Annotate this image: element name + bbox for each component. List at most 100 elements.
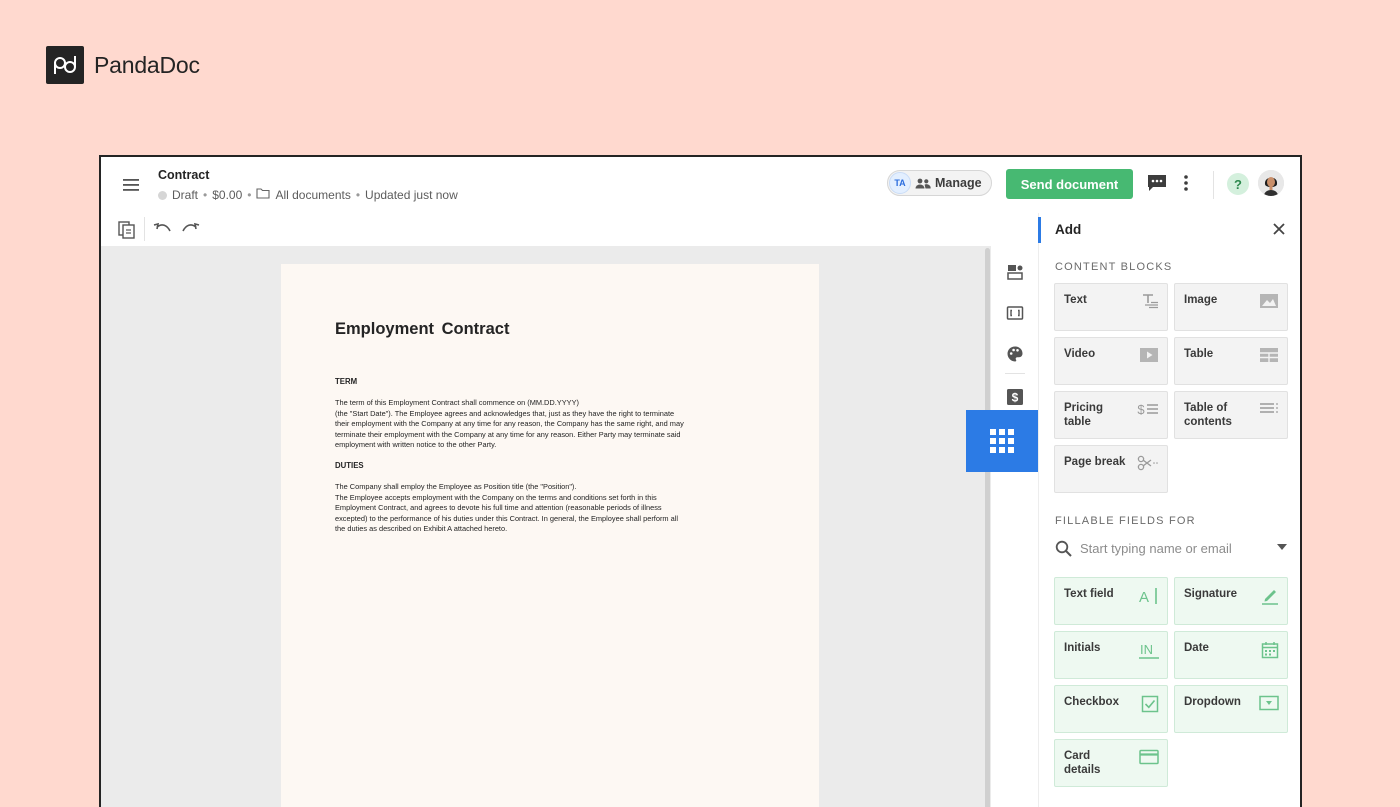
initials-icon: IN: [1139, 641, 1159, 664]
send-document-button[interactable]: Send document: [1006, 169, 1133, 199]
rail-divider: [1005, 373, 1025, 374]
field-label: Checkbox: [1064, 696, 1119, 708]
hamburger-menu-icon[interactable]: [121, 175, 141, 195]
toolbar-divider: [144, 217, 145, 241]
canvas-scrollbar[interactable]: [985, 248, 990, 807]
meta-separator: •: [247, 188, 252, 202]
block-label: Video: [1064, 348, 1096, 360]
calendar-icon: [1261, 641, 1279, 664]
field-label: Initials: [1064, 642, 1101, 654]
manage-button[interactable]: TA Manage: [887, 170, 992, 196]
section-heading-duties[interactable]: DUTIES: [335, 461, 364, 470]
svg-text:A: A: [1139, 589, 1149, 605]
credit-card-icon: [1139, 749, 1159, 770]
grid-apps-icon[interactable]: [966, 410, 1038, 472]
undo-icon[interactable]: [152, 222, 172, 241]
people-icon: [915, 178, 931, 188]
recipient-search[interactable]: Start typing name or email: [1055, 536, 1287, 560]
block-label: Image: [1184, 294, 1218, 306]
app-window: Contract Draft • $0.00 • All documents •…: [99, 155, 1302, 807]
block-label: Text: [1064, 294, 1087, 306]
block-table[interactable]: Table: [1174, 337, 1288, 385]
block-page-break[interactable]: Page break: [1054, 445, 1168, 493]
palette-icon[interactable]: [1006, 345, 1024, 363]
help-icon[interactable]: ?: [1227, 173, 1249, 195]
field-label: Card details: [1064, 750, 1101, 776]
toc-icon: [1259, 401, 1279, 422]
right-rail: $: [991, 213, 1038, 807]
comments-icon[interactable]: [1147, 174, 1167, 197]
status-dot-icon: [158, 190, 167, 200]
meta-separator: •: [203, 188, 208, 202]
pandadoc-logo-icon: [46, 46, 84, 84]
field-card-details[interactable]: Card details: [1054, 739, 1168, 787]
field-signature[interactable]: Signature: [1174, 577, 1288, 625]
field-text-field[interactable]: Text field A: [1054, 577, 1168, 625]
block-label: Pricing table: [1064, 402, 1103, 428]
document-heading[interactable]: Employment Contract: [335, 320, 509, 339]
recipient-avatar: TA: [889, 172, 911, 194]
document-canvas[interactable]: Employment Contract TERM The term of thi…: [101, 246, 991, 807]
field-label: Date: [1184, 642, 1209, 654]
updated-label: Updated just now: [365, 188, 458, 202]
amount-label: $0.00: [212, 188, 243, 202]
field-label: Dropdown: [1184, 696, 1241, 708]
table-icon: [1259, 347, 1279, 368]
blocks-icon[interactable]: [1006, 263, 1024, 281]
field-date[interactable]: Date: [1174, 631, 1288, 679]
block-image[interactable]: Image: [1174, 283, 1288, 331]
field-label: Text field: [1064, 588, 1114, 600]
text-format-icon: [1141, 293, 1159, 314]
svg-text:$: $: [1012, 391, 1019, 405]
field-initials[interactable]: Initials IN: [1054, 631, 1168, 679]
field-dropdown[interactable]: Dropdown: [1174, 685, 1288, 733]
redo-icon[interactable]: [181, 222, 201, 241]
section-body-duties[interactable]: The Company shall employ the Employee as…: [335, 482, 755, 535]
video-icon: [1139, 347, 1159, 368]
folder-link[interactable]: All documents: [275, 188, 350, 202]
panel-title: Add: [1055, 222, 1082, 237]
pages-icon[interactable]: [117, 220, 137, 245]
field-checkbox[interactable]: Checkbox: [1054, 685, 1168, 733]
scissors-icon: [1137, 455, 1159, 476]
manage-label: Manage: [915, 176, 982, 190]
block-label: Table of contents: [1184, 402, 1232, 428]
dollar-icon[interactable]: $: [1006, 388, 1024, 406]
section-heading-term[interactable]: TERM: [335, 377, 357, 386]
brand-name: PandaDoc: [94, 51, 200, 78]
text-cursor-icon: A: [1139, 587, 1159, 610]
svg-text:IN: IN: [1140, 642, 1153, 657]
pricing-table-icon: $: [1137, 401, 1159, 422]
panel-accent: [1038, 217, 1041, 243]
fillable-fields-heading: FILLABLE FIELDS FOR: [1055, 515, 1196, 527]
block-table-of-contents[interactable]: Table of contents: [1174, 391, 1288, 439]
variables-icon[interactable]: [1006, 304, 1024, 322]
block-pricing-table[interactable]: Pricing table $: [1054, 391, 1168, 439]
dropdown-icon: [1259, 695, 1279, 716]
meta-separator: •: [355, 188, 361, 202]
manage-text: Manage: [935, 176, 982, 190]
content-blocks-heading: CONTENT BLOCKS: [1055, 261, 1173, 273]
block-label: Page break: [1064, 456, 1126, 468]
chevron-down-icon[interactable]: [1277, 544, 1287, 550]
checkbox-icon: [1141, 695, 1159, 718]
document-page[interactable]: Employment Contract TERM The term of thi…: [281, 264, 819, 807]
block-video[interactable]: Video: [1054, 337, 1168, 385]
folder-icon: [256, 188, 271, 202]
document-title[interactable]: Contract: [158, 168, 209, 182]
search-input[interactable]: Start typing name or email: [1080, 541, 1232, 556]
document-meta: Draft • $0.00 • All documents • Updated …: [158, 188, 458, 202]
add-panel: Add CONTENT BLOCKS Text Image Video Tabl…: [1038, 213, 1300, 807]
field-label: Signature: [1184, 588, 1238, 600]
section-body-term[interactable]: The term of this Employment Contract sha…: [335, 398, 755, 451]
top-bar: Contract Draft • $0.00 • All documents •…: [101, 157, 1300, 213]
more-options-icon[interactable]: [1183, 173, 1189, 198]
close-icon[interactable]: [1271, 221, 1287, 237]
search-icon: [1055, 540, 1072, 557]
image-icon: [1259, 293, 1279, 314]
block-text[interactable]: Text: [1054, 283, 1168, 331]
user-avatar[interactable]: [1258, 170, 1284, 196]
divider: [1213, 171, 1214, 199]
svg-text:$: $: [1137, 402, 1145, 417]
status-label[interactable]: Draft: [172, 188, 198, 202]
